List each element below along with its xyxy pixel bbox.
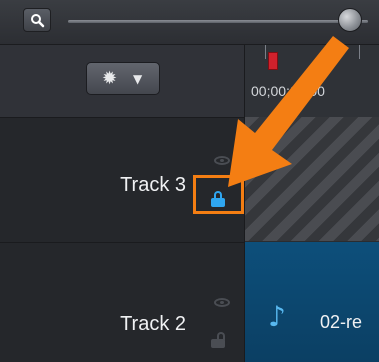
- eye-icon[interactable]: [214, 298, 230, 307]
- magnifier-icon: [31, 14, 45, 28]
- track-2-label: Track 2: [120, 313, 186, 335]
- unlocked-lock-icon[interactable]: [211, 332, 227, 348]
- lock-highlight-box: [193, 175, 244, 214]
- zoom-slider-track[interactable]: [68, 20, 368, 23]
- track-header-area: ✹ ▼: [0, 45, 245, 117]
- track-3-locked-area: [245, 117, 379, 241]
- zoom-slider-thumb[interactable]: [338, 8, 362, 32]
- track-2-audio-clip[interactable]: [245, 242, 379, 362]
- eye-icon[interactable]: [214, 156, 230, 165]
- track-settings-button[interactable]: ✹ ▼: [86, 62, 160, 95]
- playhead[interactable]: [268, 52, 278, 70]
- gear-icon: ✹: [102, 68, 118, 89]
- timeline-ruler[interactable]: [245, 45, 379, 117]
- ruler-tick: [265, 45, 266, 59]
- track-3-label: Track 3: [120, 174, 186, 196]
- track-2-header[interactable]: Track 2: [0, 242, 245, 362]
- timeline-panel: ✹ ▼ 00;00;00;00 Track 3 Track 2 ♪ 02-re: [0, 0, 379, 362]
- zoom-button[interactable]: [23, 8, 51, 32]
- audio-clip-name: 02-re: [320, 312, 363, 332]
- caret-down-icon: ▼: [133, 72, 143, 86]
- timecode: 00;00;00;00: [251, 83, 325, 99]
- ruler-tick: [359, 45, 360, 59]
- music-note-icon: ♪: [268, 300, 286, 333]
- zoom-toolbar: [0, 0, 379, 45]
